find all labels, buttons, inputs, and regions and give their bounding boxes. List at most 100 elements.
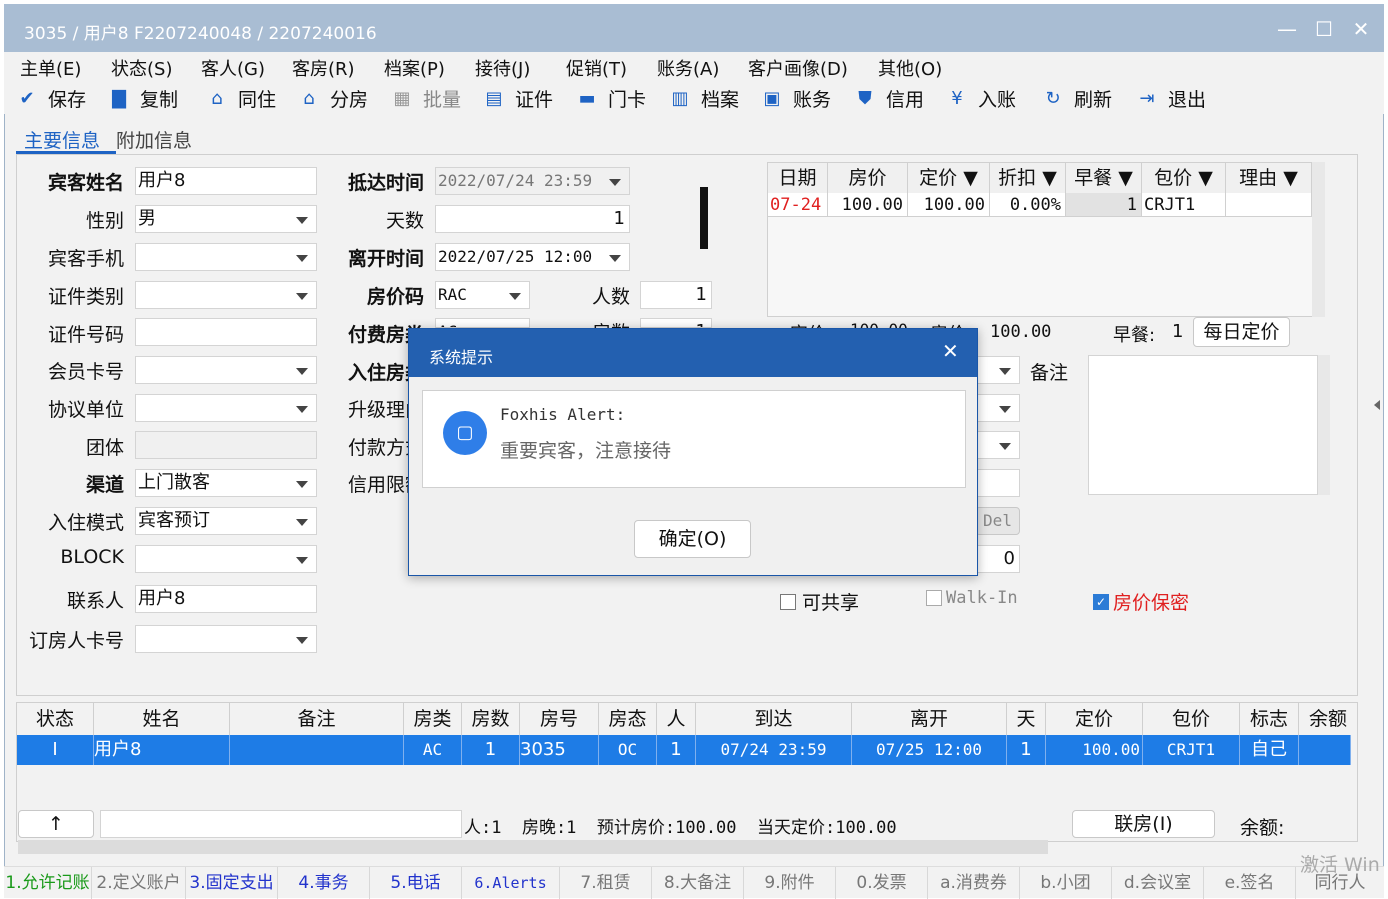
row-status[interactable]: I (17, 735, 94, 765)
col-days[interactable]: 天 (1007, 703, 1046, 735)
row-arrival[interactable]: 07/24 23:59 (696, 735, 852, 765)
minimize-icon[interactable]: — (1274, 16, 1300, 42)
refresh-button[interactable]: ↻ 刷新 (1042, 84, 1112, 112)
tab-attachments[interactable]: 9.附件 (744, 867, 836, 899)
menu-promotion[interactable]: 促销(T) (566, 55, 627, 81)
rate-cell-discount[interactable]: 0.00% (990, 193, 1066, 217)
block-select[interactable] (135, 545, 317, 573)
tab-fixed-expense[interactable]: 3.固定支出 (186, 867, 278, 899)
rate-header-discount[interactable]: 折扣 ▼ (990, 163, 1066, 193)
booker-card-select[interactable] (135, 625, 317, 653)
menu-other[interactable]: 其他(O) (878, 55, 942, 81)
assign-room-button[interactable]: ⌂ 分房 (298, 84, 368, 112)
row-name[interactable]: 用户8 (94, 735, 230, 765)
payment-method-select[interactable] (975, 431, 1020, 459)
credit-limit-field[interactable] (975, 469, 1020, 497)
row-flag[interactable]: 自己 (1240, 735, 1299, 765)
tab-meeting-room[interactable]: d.会议室 (1112, 867, 1204, 899)
row-remark[interactable] (230, 735, 404, 765)
id-number-field[interactable] (135, 318, 317, 346)
row-persons[interactable]: 1 (657, 735, 696, 765)
tab-signature[interactable]: e.签名 (1204, 867, 1296, 899)
row-fixed-rate[interactable]: 100.00 (1046, 735, 1143, 765)
rate-grid-scrollbar[interactable] (1312, 162, 1325, 317)
col-room-type[interactable]: 房类 (404, 703, 462, 735)
scroll-up-button[interactable]: ↑ (18, 810, 94, 838)
tab-alerts[interactable]: 6.Alerts (462, 867, 560, 899)
checkin-mode-select[interactable]: 宾客预订 (135, 507, 317, 535)
save-button[interactable]: ✔ 保存 (16, 84, 86, 112)
col-status[interactable]: 状态 (17, 703, 94, 735)
credit-button[interactable]: ⛊ 信用 (854, 84, 924, 112)
rate-header-fixed[interactable]: 定价 ▼ (908, 163, 990, 193)
days-field[interactable]: 1 (435, 205, 630, 233)
guest-name-field[interactable]: 用户8 (135, 167, 317, 195)
horizontal-scrollbar[interactable] (18, 840, 1048, 854)
rate-cell-breakfast[interactable]: 1 (1066, 193, 1142, 217)
col-persons[interactable]: 人 (657, 703, 696, 735)
del-button[interactable]: Del (975, 507, 1020, 535)
walkin-checkbox[interactable]: Walk-In (926, 588, 1018, 608)
menu-profile[interactable]: 档案(P) (384, 55, 445, 81)
rate-header-package[interactable]: 包价 ▼ (1142, 163, 1226, 193)
channel-select[interactable]: 上门散客 (135, 469, 317, 497)
id-type-select[interactable] (135, 281, 317, 309)
row-departure[interactable]: 07/25 12:00 (852, 735, 1007, 765)
col-room-state[interactable]: 房态 (599, 703, 657, 735)
rate-code-select[interactable]: RAC (435, 281, 530, 309)
tab-define-account[interactable]: 2.定义账户 (92, 867, 186, 899)
menu-guest[interactable]: 客人(G) (201, 55, 265, 81)
tab-extra-info[interactable]: 附加信息 (116, 126, 192, 153)
contact-field[interactable]: 用户8 (135, 585, 317, 613)
col-fixed-rate[interactable]: 定价 (1046, 703, 1143, 735)
accounts-button[interactable]: ▣ 账务 (761, 84, 831, 112)
rate-secret-checkbox[interactable]: ✓ 房价保密 (1093, 588, 1189, 615)
member-card-select[interactable] (135, 356, 317, 384)
row-room-type[interactable]: AC (404, 735, 462, 765)
tab-rental[interactable]: 7.租赁 (560, 867, 652, 899)
col-room-no[interactable]: 房号 (520, 703, 599, 735)
collapse-arrow-icon[interactable] (1374, 400, 1380, 410)
joint-room-button[interactable]: 联房(I) (1072, 810, 1215, 838)
arrival-time-field[interactable]: 2022/07/24 23:59 (435, 167, 630, 195)
tab-small-group[interactable]: b.小团 (1020, 867, 1112, 899)
daily-rate-button[interactable]: 每日定价 (1193, 317, 1290, 347)
rate-header-breakfast[interactable]: 早餐 ▼ (1066, 163, 1142, 193)
row-room-state[interactable]: OC (599, 735, 657, 765)
ok-button[interactable]: 确定(O) (634, 520, 751, 558)
col-remark[interactable]: 备注 (230, 703, 404, 735)
door-card-button[interactable]: ▬ 门卡 (576, 84, 646, 112)
tab-big-remark[interactable]: 8.大备注 (652, 867, 744, 899)
tab-main-info[interactable]: 主要信息 (24, 126, 100, 153)
col-room-count[interactable]: 房数 (462, 703, 520, 735)
search-input[interactable] (100, 810, 462, 838)
tab-tasks[interactable]: 4.事务 (278, 867, 370, 899)
rooms-field[interactable]: 1 (640, 318, 712, 328)
post-charge-button[interactable]: ¥ 入账 (946, 84, 1016, 112)
row-balance[interactable] (1299, 735, 1351, 765)
col-arrival[interactable]: 到达 (696, 703, 852, 735)
tab-phone[interactable]: 5.电话 (370, 867, 462, 899)
remark-scrollbar[interactable] (1318, 355, 1330, 495)
deposit-field[interactable]: 0 (975, 545, 1020, 573)
rate-cell-price[interactable]: 100.00 (828, 193, 908, 217)
upgrade-reason-select[interactable] (975, 394, 1020, 422)
persons-field[interactable]: 1 (640, 281, 712, 309)
col-package[interactable]: 包价 (1143, 703, 1240, 735)
copy-button[interactable]: ▇ 复制 (108, 84, 178, 112)
col-balance[interactable]: 余额 (1299, 703, 1357, 735)
row-room-no[interactable]: 3035 (520, 735, 599, 765)
remark-textarea[interactable] (1088, 355, 1318, 495)
rate-cell-reason[interactable] (1226, 193, 1312, 217)
menu-reception[interactable]: 接待(J) (475, 55, 530, 81)
profile-button[interactable]: ▥ 档案 (669, 84, 739, 112)
mobile-select[interactable] (135, 243, 317, 271)
tab-invoice[interactable]: 0.发票 (836, 867, 928, 899)
rate-cell-date[interactable]: 07-24 (768, 193, 828, 217)
gender-select[interactable]: 男 (135, 205, 317, 233)
paid-room-type-select[interactable]: AC (435, 318, 530, 328)
id-button[interactable]: ▤ 证件 (483, 84, 553, 112)
row-package[interactable]: CRJT1 (1143, 735, 1240, 765)
tab-coupon[interactable]: a.消费券 (928, 867, 1020, 899)
tab-allow-posting[interactable]: 1.允许记账 (4, 867, 92, 899)
